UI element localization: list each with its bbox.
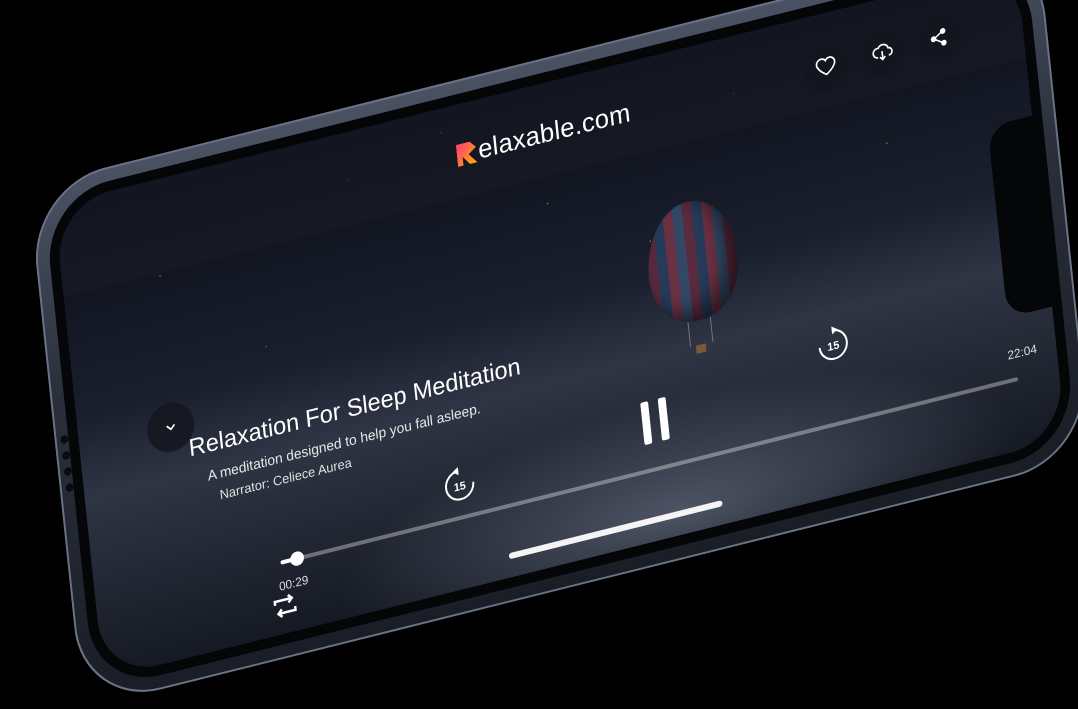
- skip-forward-seconds: 15: [827, 339, 840, 354]
- skip-back-seconds: 15: [453, 480, 466, 495]
- brand-mark-icon: [456, 140, 478, 167]
- device-mockup: elaxable.com Relaxation For Sleep Medita…: [0, 0, 1078, 709]
- share-icon: [930, 28, 947, 46]
- pause-button[interactable]: [632, 390, 680, 456]
- pause-icon: [640, 397, 670, 445]
- skip-back-button[interactable]: 15: [438, 460, 482, 515]
- repeat-button[interactable]: [269, 587, 302, 629]
- heart-icon: [815, 56, 836, 76]
- cloud-download-icon: [872, 43, 893, 61]
- repeat-icon: [273, 593, 297, 618]
- bezel: elaxable.com Relaxation For Sleep Medita…: [43, 0, 1077, 692]
- rewind-15-icon: 15: [445, 467, 475, 501]
- skip-forward-button[interactable]: 15: [812, 320, 856, 375]
- forward-15-icon: 15: [818, 326, 848, 361]
- phone-frame: elaxable.com Relaxation For Sleep Medita…: [28, 0, 1078, 709]
- chevron-down-icon: [166, 423, 176, 431]
- app-screen: elaxable.com Relaxation For Sleep Medita…: [53, 0, 1067, 680]
